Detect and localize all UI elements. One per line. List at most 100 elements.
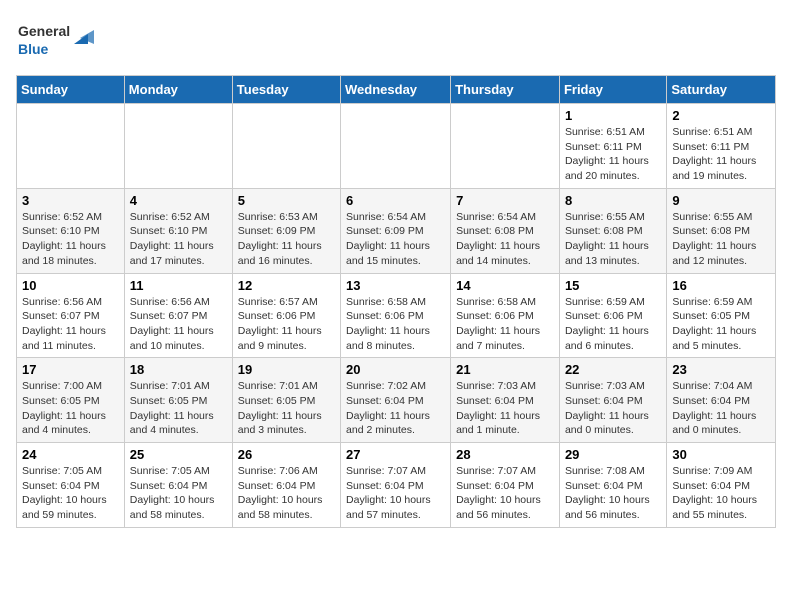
day-number: 6 — [346, 193, 445, 208]
day-info: Sunrise: 6:54 AM Sunset: 6:08 PM Dayligh… — [456, 210, 554, 269]
day-info: Sunrise: 6:52 AM Sunset: 6:10 PM Dayligh… — [130, 210, 227, 269]
day-cell: 2Sunrise: 6:51 AM Sunset: 6:11 PM Daylig… — [667, 104, 776, 189]
day-info: Sunrise: 6:51 AM Sunset: 6:11 PM Dayligh… — [565, 125, 661, 184]
day-number: 30 — [672, 447, 770, 462]
svg-text:General: General — [18, 23, 70, 39]
day-number: 4 — [130, 193, 227, 208]
calendar-page: General Blue SundayMondayTuesdayWednesda… — [0, 0, 792, 544]
day-number: 3 — [22, 193, 119, 208]
day-number: 19 — [238, 362, 335, 377]
day-cell: 22 Sunrise: 7:03 AM Sunset: 6:04 PM Dayli… — [559, 358, 666, 443]
day-cell: 20 Sunrise: 7:02 AM Sunset: 6:04 PM Dayli… — [341, 358, 451, 443]
day-info: Sunrise: 6:58 AM Sunset: 6:06 PM Dayligh… — [456, 295, 554, 354]
day-number: 5 — [238, 193, 335, 208]
day-info: Sunrise: 6:54 AM Sunset: 6:09 PM Dayligh… — [346, 210, 445, 269]
day-cell: 9 Sunrise: 6:55 AM Sunset: 6:08 PM Daylig… — [667, 188, 776, 273]
logo-text: General Blue — [16, 16, 106, 65]
day-info: Sunrise: 7:06 AM Sunset: 6:04 PM Dayligh… — [238, 464, 335, 523]
day-number: 29 — [565, 447, 661, 462]
calendar-table: SundayMondayTuesdayWednesdayThursdayFrid… — [16, 75, 776, 528]
day-number: 7 — [456, 193, 554, 208]
logo: General Blue — [16, 16, 106, 65]
day-cell — [17, 104, 125, 189]
day-cell: 15 Sunrise: 6:59 AM Sunset: 6:06 PM Dayli… — [559, 273, 666, 358]
day-number: 17 — [22, 362, 119, 377]
weekday-header-monday: Monday — [124, 76, 232, 104]
weekday-header-friday: Friday — [559, 76, 666, 104]
day-cell: 13 Sunrise: 6:58 AM Sunset: 6:06 PM Dayli… — [341, 273, 451, 358]
day-info: Sunrise: 6:53 AM Sunset: 6:09 PM Dayligh… — [238, 210, 335, 269]
day-info: Sunrise: 7:09 AM Sunset: 6:04 PM Dayligh… — [672, 464, 770, 523]
day-cell: 6 Sunrise: 6:54 AM Sunset: 6:09 PM Daylig… — [341, 188, 451, 273]
day-cell — [124, 104, 232, 189]
day-number: 27 — [346, 447, 445, 462]
day-info: Sunrise: 7:04 AM Sunset: 6:04 PM Dayligh… — [672, 379, 770, 438]
day-info: Sunrise: 7:05 AM Sunset: 6:04 PM Dayligh… — [130, 464, 227, 523]
week-row-3: 10 Sunrise: 6:56 AM Sunset: 6:07 PM Dayli… — [17, 273, 776, 358]
day-info: Sunrise: 7:03 AM Sunset: 6:04 PM Dayligh… — [565, 379, 661, 438]
day-info: Sunrise: 7:01 AM Sunset: 6:05 PM Dayligh… — [130, 379, 227, 438]
day-info: Sunrise: 6:59 AM Sunset: 6:06 PM Dayligh… — [565, 295, 661, 354]
day-cell: 19 Sunrise: 7:01 AM Sunset: 6:05 PM Dayli… — [232, 358, 340, 443]
day-cell: 4 Sunrise: 6:52 AM Sunset: 6:10 PM Daylig… — [124, 188, 232, 273]
day-number: 22 — [565, 362, 661, 377]
day-info: Sunrise: 6:59 AM Sunset: 6:05 PM Dayligh… — [672, 295, 770, 354]
day-cell: 7 Sunrise: 6:54 AM Sunset: 6:08 PM Daylig… — [451, 188, 560, 273]
day-cell — [451, 104, 560, 189]
day-info: Sunrise: 7:08 AM Sunset: 6:04 PM Dayligh… — [565, 464, 661, 523]
day-number: 16 — [672, 278, 770, 293]
day-number: 21 — [456, 362, 554, 377]
day-cell: 5 Sunrise: 6:53 AM Sunset: 6:09 PM Daylig… — [232, 188, 340, 273]
week-row-2: 3 Sunrise: 6:52 AM Sunset: 6:10 PM Daylig… — [17, 188, 776, 273]
day-number: 28 — [456, 447, 554, 462]
weekday-header-sunday: Sunday — [17, 76, 125, 104]
day-cell: 28Sunrise: 7:07 AM Sunset: 6:04 PM Dayli… — [451, 443, 560, 528]
day-cell: 14Sunrise: 6:58 AM Sunset: 6:06 PM Dayli… — [451, 273, 560, 358]
day-cell — [232, 104, 340, 189]
day-number: 13 — [346, 278, 445, 293]
weekday-header-tuesday: Tuesday — [232, 76, 340, 104]
day-cell: 17 Sunrise: 7:00 AM Sunset: 6:05 PM Dayli… — [17, 358, 125, 443]
day-number: 12 — [238, 278, 335, 293]
day-cell: 21 Sunrise: 7:03 AM Sunset: 6:04 PM Dayli… — [451, 358, 560, 443]
weekday-header-row: SundayMondayTuesdayWednesdayThursdayFrid… — [17, 76, 776, 104]
day-number: 8 — [565, 193, 661, 208]
day-cell: 3Sunrise: 6:52 AM Sunset: 6:10 PM Daylig… — [17, 188, 125, 273]
day-info: Sunrise: 6:57 AM Sunset: 6:06 PM Dayligh… — [238, 295, 335, 354]
day-cell: 30 Sunrise: 7:09 AM Sunset: 6:04 PM Dayli… — [667, 443, 776, 528]
day-cell: 10 Sunrise: 6:56 AM Sunset: 6:07 PM Dayli… — [17, 273, 125, 358]
day-number: 1 — [565, 108, 661, 123]
day-cell: 24 Sunrise: 7:05 AM Sunset: 6:04 PM Dayli… — [17, 443, 125, 528]
day-info: Sunrise: 6:56 AM Sunset: 6:07 PM Dayligh… — [130, 295, 227, 354]
day-info: Sunrise: 7:07 AM Sunset: 6:04 PM Dayligh… — [346, 464, 445, 523]
day-info: Sunrise: 6:55 AM Sunset: 6:08 PM Dayligh… — [672, 210, 770, 269]
week-row-4: 17 Sunrise: 7:00 AM Sunset: 6:05 PM Dayli… — [17, 358, 776, 443]
day-number: 2 — [672, 108, 770, 123]
day-number: 23 — [672, 362, 770, 377]
day-number: 25 — [130, 447, 227, 462]
day-info: Sunrise: 7:01 AM Sunset: 6:05 PM Dayligh… — [238, 379, 335, 438]
week-row-1: 1 Sunrise: 6:51 AM Sunset: 6:11 PM Daylig… — [17, 104, 776, 189]
day-info: Sunrise: 6:58 AM Sunset: 6:06 PM Dayligh… — [346, 295, 445, 354]
day-number: 15 — [565, 278, 661, 293]
logo-icon: General Blue — [16, 16, 106, 60]
week-row-5: 24 Sunrise: 7:05 AM Sunset: 6:04 PM Dayli… — [17, 443, 776, 528]
day-info: Sunrise: 7:02 AM Sunset: 6:04 PM Dayligh… — [346, 379, 445, 438]
day-cell: 23 Sunrise: 7:04 AM Sunset: 6:04 PM Dayli… — [667, 358, 776, 443]
day-info: Sunrise: 7:00 AM Sunset: 6:05 PM Dayligh… — [22, 379, 119, 438]
day-number: 24 — [22, 447, 119, 462]
day-cell: 12 Sunrise: 6:57 AM Sunset: 6:06 PM Dayli… — [232, 273, 340, 358]
day-cell — [341, 104, 451, 189]
day-cell: 25 Sunrise: 7:05 AM Sunset: 6:04 PM Dayli… — [124, 443, 232, 528]
day-info: Sunrise: 7:05 AM Sunset: 6:04 PM Dayligh… — [22, 464, 119, 523]
svg-text:Blue: Blue — [18, 41, 49, 57]
day-number: 9 — [672, 193, 770, 208]
weekday-header-thursday: Thursday — [451, 76, 560, 104]
weekday-header-saturday: Saturday — [667, 76, 776, 104]
day-info: Sunrise: 7:03 AM Sunset: 6:04 PM Dayligh… — [456, 379, 554, 438]
day-cell: 27 Sunrise: 7:07 AM Sunset: 6:04 PM Dayli… — [341, 443, 451, 528]
day-info: Sunrise: 6:56 AM Sunset: 6:07 PM Dayligh… — [22, 295, 119, 354]
day-cell: 26Sunrise: 7:06 AM Sunset: 6:04 PM Dayli… — [232, 443, 340, 528]
day-number: 10 — [22, 278, 119, 293]
day-number: 20 — [346, 362, 445, 377]
